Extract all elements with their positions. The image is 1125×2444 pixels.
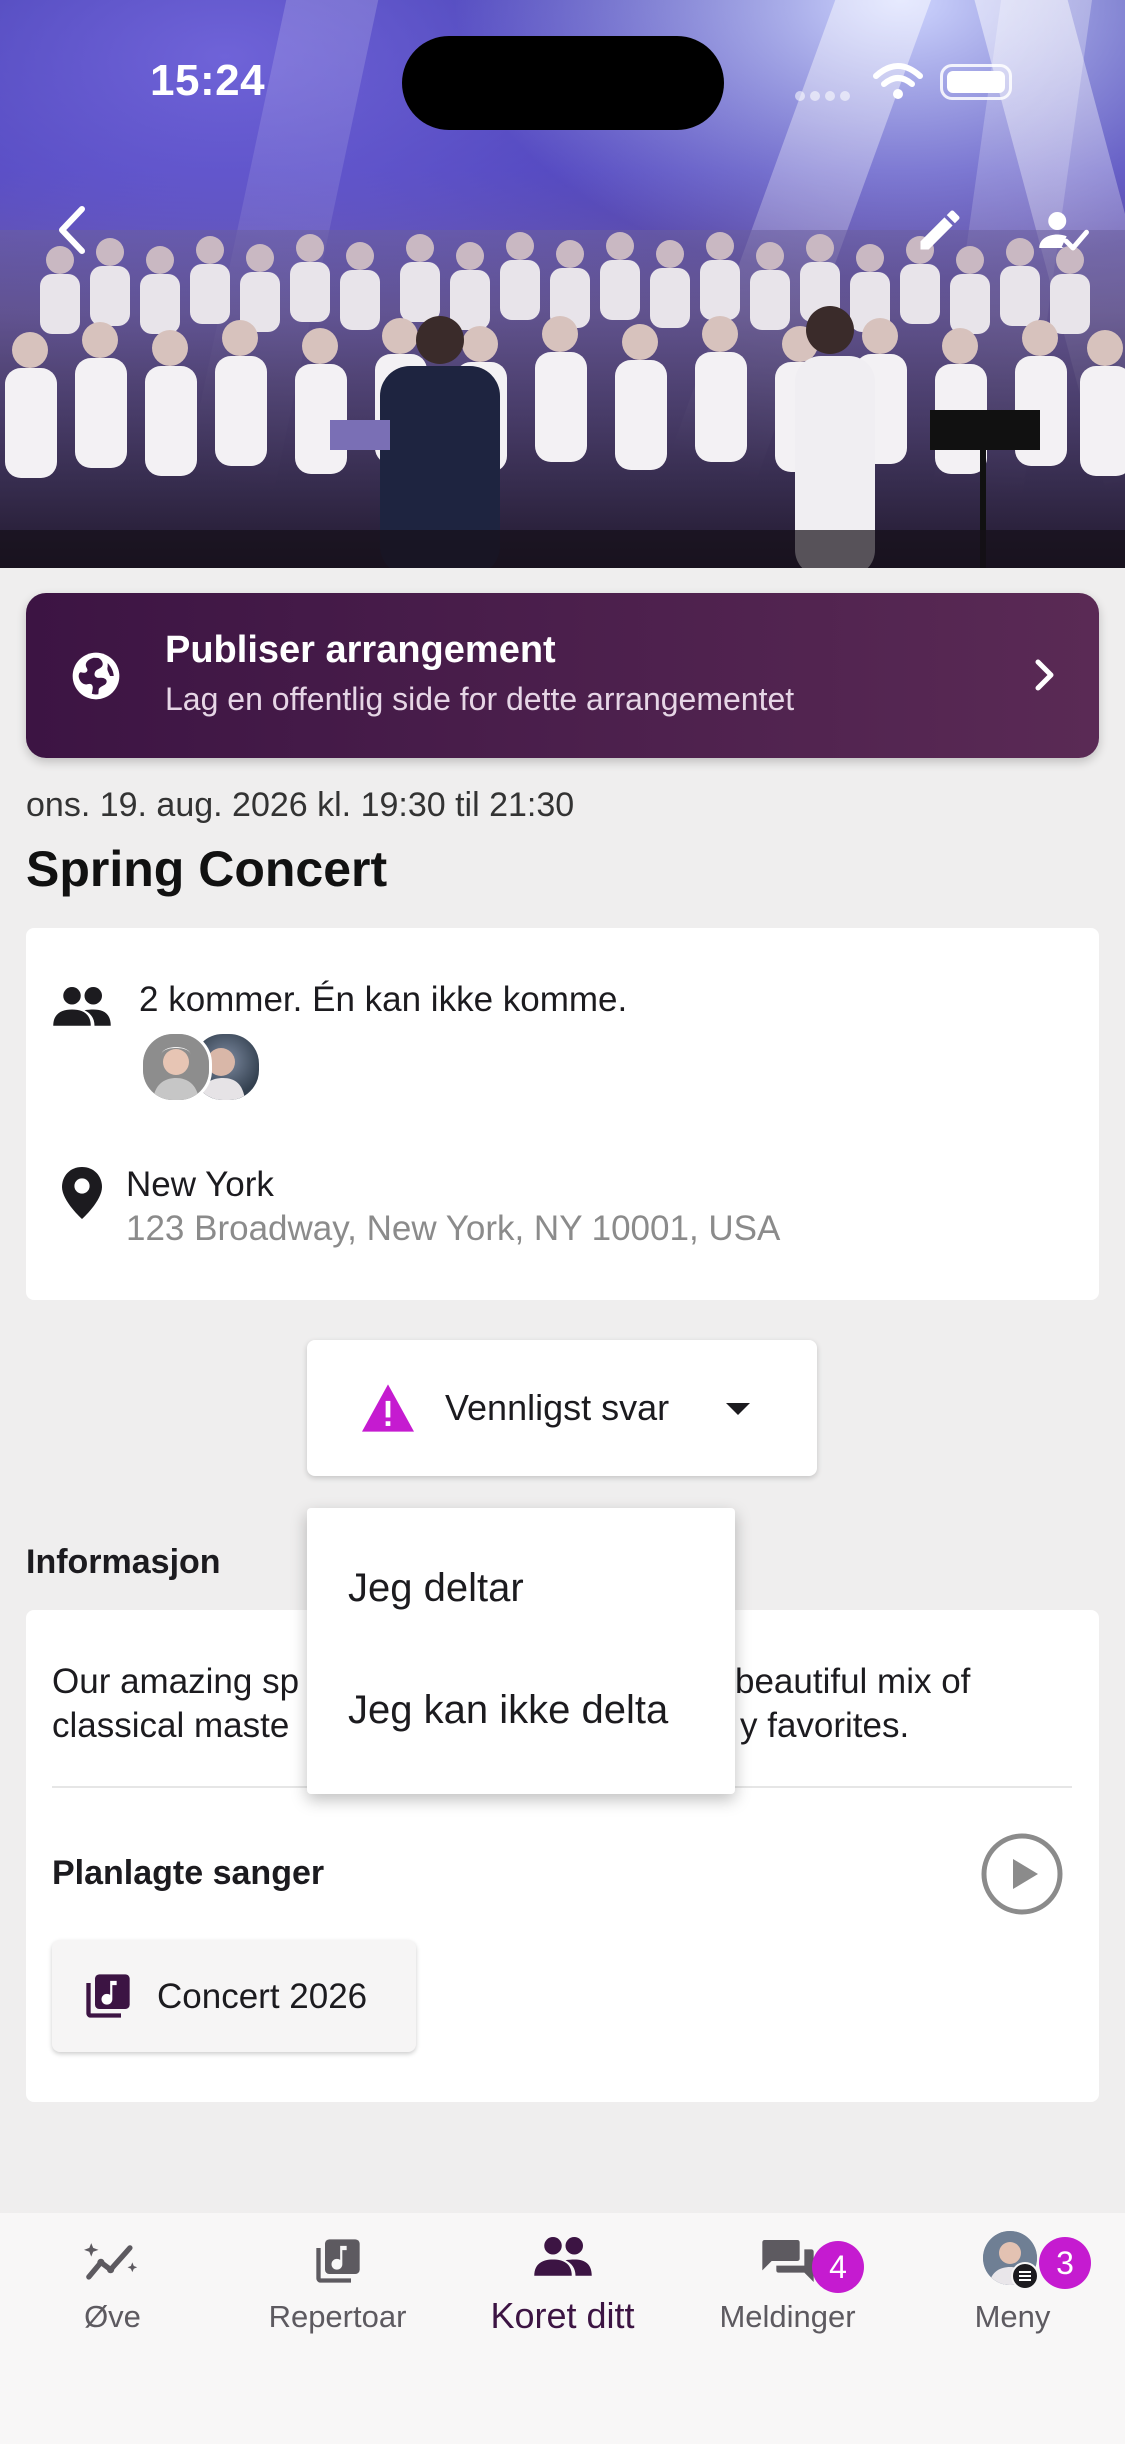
dynamic-island (402, 36, 724, 130)
chat-icon (761, 2240, 814, 2282)
trend-sparkle-icon (83, 2243, 137, 2280)
globe-icon (72, 652, 120, 700)
location-address[interactable]: 123 Broadway, New York, NY 10001, USA (126, 1209, 780, 1249)
avatar[interactable] (140, 1031, 212, 1103)
chevron-right-icon (1035, 659, 1054, 691)
attendance-button[interactable] (1024, 190, 1104, 270)
group-icon (533, 2237, 592, 2276)
person-check-icon (1039, 212, 1089, 251)
dropdown-arrow-icon (726, 1403, 750, 1415)
wifi-icon (873, 63, 923, 99)
chevron-left-icon (59, 206, 85, 254)
pencil-icon (920, 210, 960, 250)
planned-songs-heading: Planlagte sanger (52, 1854, 325, 1892)
group-icon (53, 987, 111, 1026)
event-title: Spring Concert (26, 841, 388, 897)
playlist-chip[interactable]: Concert 2026 (52, 1940, 416, 2052)
info-heading: Informasjon (26, 1543, 221, 1581)
warning-icon (362, 1384, 414, 1432)
option-attending[interactable]: Jeg deltar (348, 1566, 524, 1611)
battery-nub (940, 64, 1012, 100)
attendance-summary: 2 kommer. Én kan ikke komme. (139, 980, 628, 1019)
rsvp-label: Vennligst svar (445, 1387, 670, 1428)
publish-event-banner[interactable]: Publiser arrangement Lag en offentlig si… (26, 593, 1099, 758)
rsvp-dropdown[interactable]: Vennligst svar (307, 1340, 817, 1476)
cellular-icon (795, 88, 855, 101)
nav-item-repertoire[interactable]: Repertoar (225, 2213, 450, 2353)
publish-subtitle: Lag en offentlig side for dette arrangem… (165, 681, 795, 717)
nav-item-menu[interactable]: Meny 3 (900, 2213, 1125, 2353)
bottom-navigation: Øve Repertoar Koret ditt Meldinger 4 Men… (0, 2213, 1125, 2444)
menu-icon (1011, 2262, 1039, 2290)
play-button[interactable] (980, 1832, 1064, 1916)
nav-item-messages[interactable]: Meldinger 4 (675, 2213, 900, 2353)
nav-label: Koret ditt (490, 2295, 635, 2336)
description-left: Our amazing sp classical maste (52, 1662, 300, 1745)
description-right: beautiful mix of y favorites. (735, 1662, 971, 1745)
menu-badge: 3 (1039, 2237, 1091, 2289)
playlist-label: Concert 2026 (157, 1977, 368, 2016)
location-name: New York (126, 1165, 274, 1204)
option-not-attending[interactable]: Jeg kan ikke delta (348, 1688, 668, 1733)
music-library-icon (315, 2239, 360, 2283)
rsvp-menu: Jeg deltar Jeg kan ikke delta (307, 1508, 735, 1794)
messages-badge: 4 (812, 2241, 864, 2293)
nav-label: Meny (974, 2299, 1051, 2334)
event-date: ons. 19. aug. 2026 kl. 19:30 til 21:30 (26, 786, 575, 824)
back-button[interactable] (32, 190, 112, 270)
nav-label: Repertoar (268, 2299, 407, 2334)
nav-label: Øve (84, 2299, 141, 2334)
nav-label: Meldinger (719, 2299, 856, 2334)
music-library-icon (86, 1974, 130, 2018)
publish-title: Publiser arrangement (165, 629, 556, 671)
hero-image: 15:24 (0, 0, 1125, 568)
status-time: 15:24 (150, 56, 266, 105)
choir-illustration (0, 230, 1125, 568)
edit-button[interactable] (900, 190, 980, 270)
nav-item-your-choir[interactable]: Koret ditt (450, 2213, 675, 2353)
nav-item-practice[interactable]: Øve (0, 2213, 225, 2353)
status-bar: 15:24 (0, 0, 1125, 140)
location-pin-icon (62, 1167, 102, 1219)
